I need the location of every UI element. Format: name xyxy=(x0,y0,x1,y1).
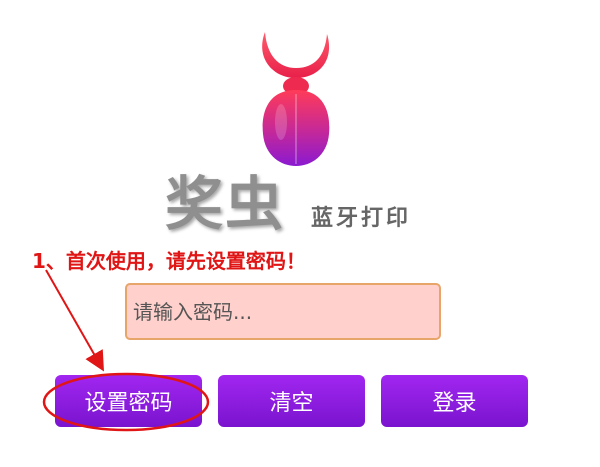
password-input[interactable] xyxy=(125,283,441,340)
brand-tagline: 蓝牙打印 xyxy=(311,206,412,231)
instruction-text: 1、首次使用，请先设置密码！ xyxy=(32,249,306,273)
brand-name: 奖虫 xyxy=(165,170,286,238)
clear-button[interactable]: 清空 xyxy=(218,375,365,427)
beetle-logo-icon xyxy=(262,32,330,166)
login-button[interactable]: 登录 xyxy=(381,375,528,427)
annotation-arrow xyxy=(45,269,104,372)
set-password-button[interactable]: 设置密码 xyxy=(55,375,202,427)
